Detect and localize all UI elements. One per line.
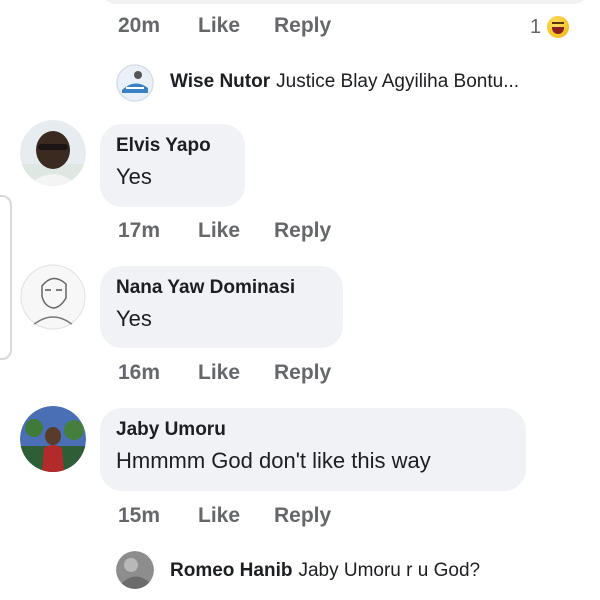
reaction-summary[interactable]: 1 xyxy=(530,14,572,40)
reply-button[interactable]: Reply xyxy=(274,219,331,243)
avatar[interactable] xyxy=(116,551,154,589)
comment-actions: 16m Like Reply xyxy=(118,361,331,385)
reply-preview[interactable]: Romeo Hanib Jaby Umoru r u God? xyxy=(170,560,480,582)
top-comment-actions: 20m Like Reply xyxy=(118,14,331,38)
reply-button[interactable]: Reply xyxy=(274,14,331,38)
comment-timestamp: 17m xyxy=(118,219,161,242)
comment-author[interactable]: Elvis Yapo xyxy=(116,134,229,158)
like-button[interactable]: Like xyxy=(198,504,274,528)
haha-icon xyxy=(545,14,572,40)
avatar[interactable] xyxy=(20,120,86,186)
comment-text: Yes xyxy=(116,164,152,189)
comment-timestamp: 15m xyxy=(118,504,161,527)
like-button[interactable]: Like xyxy=(198,219,274,243)
comment-timestamp: 16m xyxy=(118,361,161,384)
avatar[interactable] xyxy=(20,406,86,472)
side-panel-edge xyxy=(0,195,12,360)
comment-actions: 17m Like Reply xyxy=(118,219,331,243)
comment-text: Yes xyxy=(116,306,152,331)
reply-button[interactable]: Reply xyxy=(274,504,331,528)
comment-bubble: Elvis Yapo Yes xyxy=(100,124,245,207)
reply-text: Justice Blay Agyiliha Bontu... xyxy=(276,71,520,92)
reply-author[interactable]: Wise Nutor xyxy=(170,71,270,93)
comment-text: Hmmmm God don't like this way xyxy=(116,448,431,473)
comment-author[interactable]: Jaby Umoru xyxy=(116,418,510,442)
avatar[interactable] xyxy=(20,264,86,330)
comment-author[interactable]: Nana Yaw Dominasi xyxy=(116,276,327,300)
reply-author[interactable]: Romeo Hanib xyxy=(170,560,292,582)
reaction-count: 1 xyxy=(530,15,542,38)
like-button[interactable]: Like xyxy=(198,361,274,385)
previous-comment-bubble-edge xyxy=(100,0,590,4)
avatar[interactable] xyxy=(116,64,154,102)
reply-text: Jaby Umoru r u God? xyxy=(298,560,481,581)
comment-bubble: Jaby Umoru Hmmmm God don't like this way xyxy=(100,408,526,491)
reply-button[interactable]: Reply xyxy=(274,361,331,385)
comment-timestamp: 20m xyxy=(118,14,161,37)
reply-preview[interactable]: Wise Nutor Justice Blay Agyiliha Bontu..… xyxy=(170,71,519,93)
comment-bubble: Nana Yaw Dominasi Yes xyxy=(100,266,343,348)
like-button[interactable]: Like xyxy=(198,14,274,38)
comment-actions: 15m Like Reply xyxy=(118,504,331,528)
